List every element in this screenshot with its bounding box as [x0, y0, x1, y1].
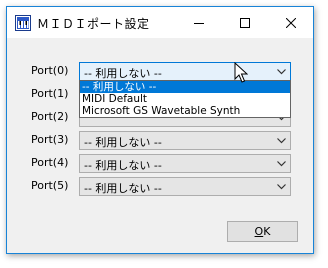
- close-button[interactable]: [268, 7, 313, 38]
- ok-button[interactable]: OK: [227, 221, 298, 242]
- port-2-label: Port(2): [31, 110, 69, 123]
- port-3-value: -- 利用しない --: [84, 136, 162, 149]
- port-4-select[interactable]: -- 利用しない --: [79, 154, 291, 173]
- dropdown-option[interactable]: Microsoft GS Wavetable Synth: [80, 105, 290, 117]
- port-0-label: Port(0): [31, 64, 69, 77]
- port-0-dropdown-list: -- 利用しない -- MIDI Default Microsoft GS Wa…: [79, 80, 291, 118]
- midi-port-settings-window: ＭＩＤＩポート設定 Port(0) -- 利用しない -- Port(1) Po…: [6, 6, 314, 254]
- port-3-select[interactable]: -- 利用しない --: [79, 131, 291, 150]
- chevron-down-icon: [277, 138, 286, 144]
- ok-mnemonic: O: [254, 225, 264, 238]
- close-icon: [285, 17, 296, 28]
- port-5-value: -- 利用しない --: [84, 182, 162, 195]
- mouse-pointer-icon: [234, 62, 248, 83]
- ok-label: K: [263, 225, 271, 238]
- port-0-select[interactable]: -- 利用しない --: [79, 62, 291, 81]
- port-4-value: -- 利用しない --: [84, 159, 162, 172]
- port-3-label: Port(3): [31, 133, 69, 146]
- chevron-down-icon: [277, 161, 286, 167]
- midi-keyboard-icon: [15, 15, 31, 31]
- minimize-icon: [193, 22, 204, 24]
- chevron-down-icon: [277, 69, 286, 75]
- dropdown-option[interactable]: MIDI Default: [80, 93, 290, 105]
- maximize-icon: [239, 17, 250, 28]
- maximize-button[interactable]: [222, 7, 267, 38]
- port-5-label: Port(5): [31, 179, 69, 192]
- minimize-button[interactable]: [176, 7, 221, 38]
- dropdown-option[interactable]: -- 利用しない --: [80, 81, 290, 93]
- port-4-label: Port(4): [31, 156, 69, 169]
- chevron-down-icon: [277, 184, 286, 190]
- window-title: ＭＩＤＩポート設定: [37, 17, 150, 31]
- port-1-label: Port(1): [31, 87, 69, 100]
- port-5-select[interactable]: -- 利用しない --: [79, 177, 291, 196]
- port-0-value: -- 利用しない --: [84, 67, 162, 80]
- button-bar: OK: [7, 208, 313, 253]
- title-bar[interactable]: ＭＩＤＩポート設定: [7, 7, 313, 38]
